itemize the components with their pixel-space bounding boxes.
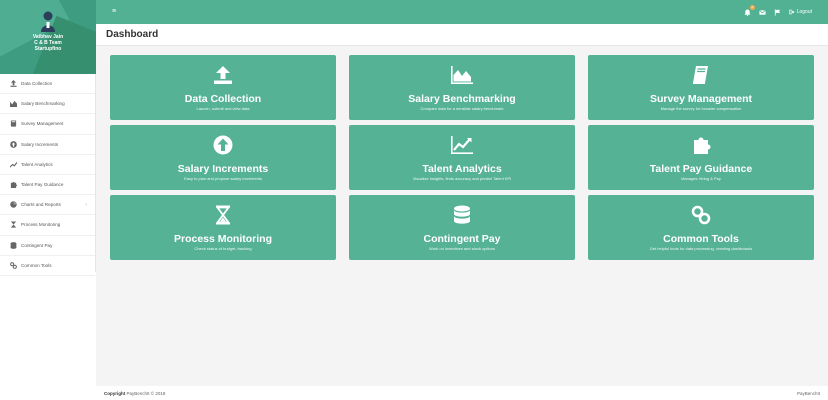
- card-description: Easy to plan and propose salary incremen…: [184, 176, 262, 181]
- logout-label: Logout: [796, 9, 812, 15]
- upload-icon: [110, 65, 336, 85]
- pie-icon: [9, 201, 17, 209]
- profile-company-line: Startupfino: [34, 46, 62, 52]
- notification-bell-icon[interactable]: 4: [744, 5, 755, 16]
- sidebar-menu: Data Collection Salary Benchmarking Surv…: [0, 74, 95, 276]
- card-description: Manage the survey for broader compensati…: [660, 106, 742, 111]
- hourglass-icon: [9, 221, 17, 229]
- card-title: Contingent Pay: [423, 233, 501, 245]
- avatar[interactable]: [40, 10, 56, 32]
- chevron-left-icon: ‹: [85, 201, 87, 208]
- footer: Copyright PayBenchIt © 2018 PayBenchIt: [96, 386, 828, 400]
- card-title: Survey Management: [649, 93, 753, 105]
- puzzle-icon: [9, 181, 17, 189]
- profile-panel: Vaibhav Jain C & B Team Startupfino: [0, 0, 96, 74]
- sidebar-item-label: Survey Management: [21, 121, 64, 127]
- sidebar-item-survey-management[interactable]: Survey Management: [0, 114, 95, 135]
- sidebar-item-contingent-pay[interactable]: Contingent Pay: [0, 236, 95, 256]
- circle-up-icon: [9, 140, 17, 148]
- page-header: Dashboard: [96, 24, 828, 46]
- logout-button[interactable]: Logout: [789, 9, 812, 15]
- card-process-monitoring[interactable]: Process Monitoring Check status of budge…: [110, 195, 336, 260]
- menu-toggle-icon[interactable]: ≡: [110, 8, 118, 16]
- topbar-actions: 4 Logout: [744, 5, 812, 16]
- sidebar-item-label: Talent Pay Guidance: [21, 182, 64, 188]
- card-contingent-pay[interactable]: Contingent Pay Work on incentives and st…: [349, 195, 575, 260]
- footer-brand: PayBenchIt: [796, 390, 820, 396]
- card-description: Get helpful tools for data processing, c…: [649, 246, 753, 251]
- hourglass-icon: [110, 205, 336, 225]
- card-description: Launch, submit and view data: [196, 106, 250, 111]
- sidebar-item-label: Contingent Pay: [21, 242, 53, 248]
- link-icon: [9, 261, 17, 269]
- card-title: Process Monitoring: [173, 233, 272, 245]
- sidebar-item-label: Talent Analytics: [21, 161, 53, 167]
- card-title: Salary Benchmarking: [408, 93, 516, 105]
- sidebar-item-common-tools[interactable]: Common Tools: [0, 256, 95, 276]
- card-title: Talent Pay Guidance: [649, 163, 753, 175]
- card-description: Visualize insights, finds accuracy and p…: [412, 176, 512, 181]
- card-description: Work on incentives and stock options: [429, 246, 495, 251]
- sidebar: Vaibhav Jain C & B Team Startupfino Data…: [0, 0, 96, 276]
- card-data-collection[interactable]: Data Collection Launch, submit and view …: [110, 55, 336, 120]
- app-window: Vaibhav Jain C & B Team Startupfino Data…: [0, 0, 828, 400]
- card-title: Common Tools: [663, 233, 739, 245]
- sidebar-item-label: Salary Increments: [21, 141, 59, 147]
- notification-badge: 4: [749, 5, 755, 10]
- profile-name: Vaibhav Jain C & B Team Startupfino: [0, 34, 96, 52]
- card-survey-management[interactable]: Survey Management Manage the survey for …: [588, 55, 814, 120]
- area-chart-icon: [349, 65, 575, 85]
- book-icon: [588, 65, 814, 85]
- card-common-tools[interactable]: Common Tools Get helpful tools for data …: [588, 195, 814, 260]
- link-icon: [588, 205, 814, 225]
- card-description: Check status of budget, tracking: [194, 246, 252, 251]
- card-description: Manages Hiring & Pay: [681, 176, 721, 181]
- sidebar-item-label: Charts and Reports: [21, 202, 61, 208]
- card-title: Salary Increments: [177, 163, 269, 175]
- sidebar-item-label: Data Collection: [21, 81, 53, 87]
- sidebar-item-talent-pay-guidance[interactable]: Talent Pay Guidance: [0, 175, 95, 196]
- puzzle-icon: [588, 135, 814, 155]
- card-title: Data Collection: [184, 93, 262, 105]
- envelope-icon[interactable]: [759, 8, 767, 16]
- sidebar-item-label: Process Monitoring: [21, 222, 61, 228]
- sidebar-item-process-monitoring[interactable]: Process Monitoring: [0, 215, 95, 236]
- dashboard-content: Data Collection Launch, submit and view …: [96, 46, 828, 386]
- sidebar-item-data-collection[interactable]: Data Collection: [0, 74, 95, 95]
- top-navbar: ≡ 4 Logout: [96, 0, 828, 24]
- database-icon: [349, 205, 575, 225]
- card-salary-increments[interactable]: Salary Increments Easy to plan and propo…: [110, 125, 336, 190]
- card-title: Talent Analytics: [422, 163, 502, 175]
- database-icon: [9, 241, 17, 249]
- copyright-label: Copyright: [104, 390, 126, 396]
- copyright-text: PayBenchIt © 2018: [126, 390, 166, 396]
- card-salary-benchmarking[interactable]: Salary Benchmarking Compare data for a s…: [349, 55, 575, 120]
- sign-out-icon: [789, 9, 795, 15]
- chart-icon: [9, 100, 17, 108]
- card-talent-pay-guidance[interactable]: Talent Pay Guidance Manages Hiring & Pay: [588, 125, 814, 190]
- arrow-circle-up-icon: [110, 135, 336, 155]
- book-icon: [9, 120, 17, 128]
- sidebar-item-label: Common Tools: [21, 262, 52, 268]
- upload-icon: [9, 80, 17, 88]
- line-chart-icon: [349, 135, 575, 155]
- trend-icon: [9, 160, 17, 168]
- sidebar-item-charts-and-reports[interactable]: Charts and Reports ‹: [0, 195, 95, 216]
- footer-copyright: Copyright PayBenchIt © 2018: [104, 391, 165, 396]
- sidebar-item-salary-increments[interactable]: Salary Increments: [0, 135, 95, 155]
- card-talent-analytics[interactable]: Talent Analytics Visualize insights, fin…: [349, 125, 575, 190]
- sidebar-item-label: Salary Benchmarking: [21, 101, 65, 107]
- sidebar-item-salary-benchmarking[interactable]: Salary Benchmarking: [0, 94, 95, 115]
- flag-icon[interactable]: [774, 8, 782, 16]
- sidebar-item-talent-analytics[interactable]: Talent Analytics: [0, 155, 95, 175]
- page-title: Dashboard: [106, 29, 159, 40]
- card-description: Compare data for a sensible salary bench…: [420, 106, 504, 111]
